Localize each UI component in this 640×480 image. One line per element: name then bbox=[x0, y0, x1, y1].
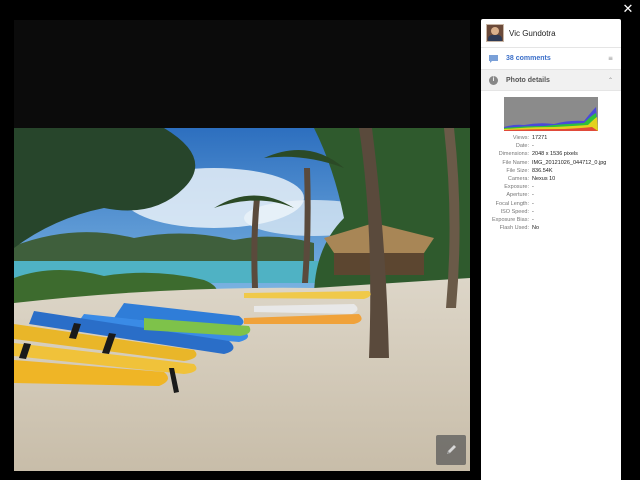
avatar[interactable] bbox=[486, 24, 504, 42]
close-icon[interactable]: ✕ bbox=[620, 2, 636, 18]
comments-count: 38 comments bbox=[506, 55, 551, 62]
meta-row: ISO Speed: - bbox=[481, 208, 621, 216]
meta-key: Aperture: bbox=[506, 192, 529, 199]
meta-key: Dimensions: bbox=[498, 151, 529, 158]
meta-key: Date: bbox=[515, 143, 529, 150]
meta-value: 836.54K bbox=[532, 167, 553, 174]
beach-photo bbox=[14, 128, 470, 471]
meta-value: 2048 x 1536 pixels bbox=[532, 151, 578, 158]
meta-row: Exposure: - bbox=[481, 183, 621, 191]
meta-key: File Size: bbox=[506, 167, 529, 174]
meta-value: - bbox=[532, 184, 534, 191]
meta-value: No bbox=[532, 225, 540, 232]
meta-row: Aperture: - bbox=[481, 191, 621, 199]
meta-key: File Name: bbox=[502, 159, 529, 166]
chevron-down-icon: ≡ bbox=[607, 55, 613, 62]
meta-value: - bbox=[532, 208, 534, 215]
meta-key: Camera: bbox=[507, 176, 529, 183]
meta-row: File Size: 836.54K bbox=[481, 167, 621, 175]
owner-name[interactable]: Vic Gundotra bbox=[509, 29, 556, 38]
meta-key: ISO Speed: bbox=[500, 208, 529, 215]
meta-value: IMG_20121026_044712_0.jpg bbox=[532, 159, 607, 166]
info-panel: Vic Gundotra 38 comments ≡ i Photo detai… bbox=[481, 19, 621, 480]
meta-key: Focal Length: bbox=[495, 200, 529, 207]
edit-photo-button[interactable] bbox=[436, 435, 466, 465]
meta-key: Views: bbox=[512, 135, 529, 141]
meta-key: Flash Used: bbox=[499, 225, 529, 232]
meta-row: Camera: Nexus 10 bbox=[481, 175, 621, 183]
owner-row[interactable]: Vic Gundotra bbox=[481, 19, 621, 48]
pencil-icon bbox=[447, 445, 456, 454]
comment-icon bbox=[489, 54, 498, 63]
meta-row: Views: 17271 bbox=[481, 134, 621, 142]
meta-value: 17271 bbox=[532, 135, 548, 141]
meta-value: - bbox=[532, 143, 534, 150]
meta-row: Dimensions: 2048 x 1536 pixels bbox=[481, 150, 621, 158]
meta-value: - bbox=[532, 217, 534, 224]
meta-row: File Name: IMG_20121026_044712_0.jpg bbox=[481, 159, 621, 167]
histogram bbox=[504, 97, 598, 131]
meta-row: Focal Length: - bbox=[481, 200, 621, 208]
meta-value: - bbox=[532, 200, 534, 207]
meta-row: Date: - bbox=[481, 142, 621, 150]
info-icon: i bbox=[489, 75, 498, 85]
photo-viewer bbox=[14, 20, 470, 471]
meta-value: - bbox=[532, 192, 534, 199]
photo[interactable] bbox=[14, 128, 470, 471]
meta-row: Flash Used: No bbox=[481, 224, 621, 232]
meta-key: Exposure Bias: bbox=[492, 217, 529, 224]
meta-value: Nexus 10 bbox=[532, 176, 556, 183]
metadata-list: Views: 17271 Date: - Dimensions: 2048 x … bbox=[481, 134, 621, 232]
meta-key: Exposure: bbox=[504, 184, 529, 191]
photo-details-title: Photo details bbox=[506, 76, 550, 84]
photo-details-toggle[interactable]: i Photo details ⌃ bbox=[481, 70, 621, 91]
meta-row: Exposure Bias: - bbox=[481, 216, 621, 224]
chevron-up-icon: ⌃ bbox=[607, 76, 613, 84]
comments-toggle[interactable]: 38 comments ≡ bbox=[481, 48, 621, 70]
